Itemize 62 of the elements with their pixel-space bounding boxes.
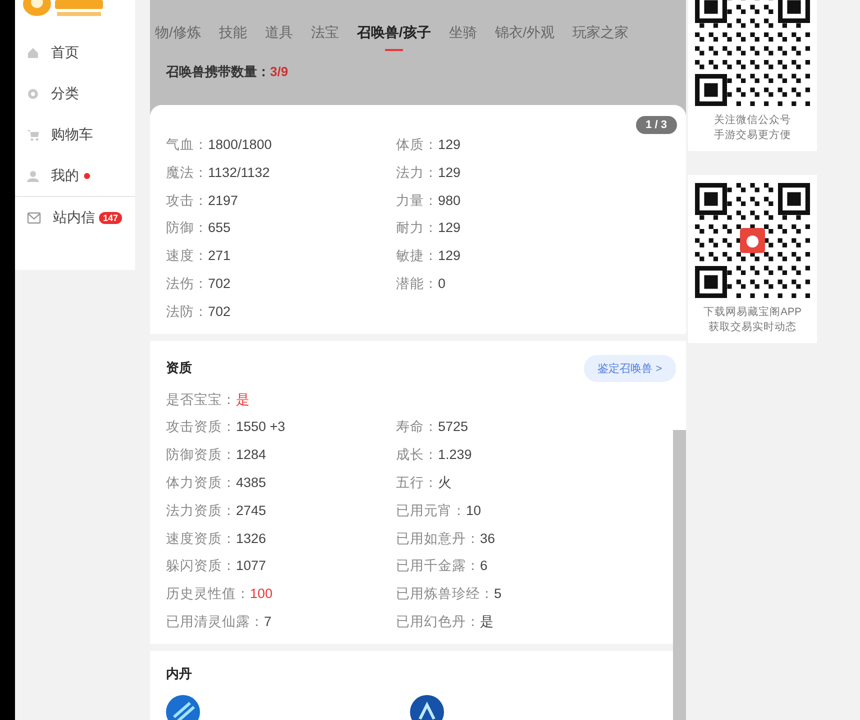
cart-icon [27,128,39,140]
stat-line: 法伤：702 [166,274,232,293]
stat-line: 已用幻色丹：是 [396,612,495,631]
tab[interactable]: 技能 [210,24,256,51]
stat-line: 成长：1.239 [396,446,473,464]
section-title: 资质 [166,359,192,378]
circle-icon [27,88,39,100]
stat-line: 躲闪资质：1077 [166,557,268,576]
stat-line: 耐力：129 [396,219,462,238]
carry-count: 召唤兽携带数量：3/9 [166,63,290,81]
tab[interactable]: 法宝 [302,24,348,51]
user-icon [27,170,39,182]
messages-item[interactable]: 站内信 147 [15,197,135,238]
tab[interactable]: 坐骑 [440,24,486,51]
notification-dot [84,172,90,178]
stat-line: 法力资质：2745 [166,502,268,520]
stat-line: 已用如意丹：36 [396,530,496,548]
stat-line: 力量：980 [396,192,462,210]
stat-line: 已用元宵：10 [396,502,482,520]
stat-line: 防御：655 [166,219,232,238]
stat-line: 法力：129 [396,164,462,182]
logo-icon [23,0,105,18]
stat-line: 魔法：1132/1132 [166,164,271,182]
tab[interactable]: 物/修炼 [146,24,210,51]
count-badge: 147 [99,212,122,224]
nav-item[interactable]: 我的 [15,155,135,196]
orb-icon [166,694,200,720]
stat-line: 历史灵性值：100 [166,585,274,604]
tab[interactable]: 玩家之家 [564,24,638,51]
stat-line: 寿命：5725 [396,418,470,436]
home-icon [27,46,39,58]
qr-caption: 关注微信公众号 手游交易更方便 [714,113,791,143]
stat-line: 已用清灵仙露：7 [166,612,273,631]
orb-icon [410,694,444,720]
nav-item[interactable]: 购物车 [15,114,135,155]
nav-item[interactable]: 首页 [15,32,135,73]
stat-line: 速度：271 [166,247,232,266]
appraise-button[interactable]: 鉴定召唤兽 > [584,354,676,382]
stat-line: 攻击：2197 [166,192,240,210]
stat-line: 体质：129 [396,136,462,154]
qr-code-icon [695,183,810,298]
scrollbar[interactable] [673,430,686,720]
nav-item[interactable]: 分类 [15,73,135,114]
section-title: 内丹 [166,664,193,683]
stat-line: 体力资质：4385 [166,474,268,492]
stat-line: 是否宝宝：是 [166,390,251,409]
stat-line: 速度资质：1326 [166,530,268,548]
page-indicator: 1 / 3 [636,116,677,134]
stat-line: 防御资质：1284 [166,446,268,464]
stat-line: 已用千金露：6 [396,557,489,576]
tab[interactable]: 召唤兽/孩子 [348,24,440,51]
stat-line: 五行：火 [396,474,453,492]
stat-line: 气血：1800/1800 [166,136,273,154]
stat-line: 已用炼兽珍经：5 [396,585,503,604]
tab[interactable]: 道具 [256,24,302,51]
mail-icon [27,212,41,224]
tab[interactable]: 锦衣/外观 [486,24,564,51]
stat-line: 攻击资质：1550 +3 [166,418,286,436]
stat-line: 敏捷：129 [396,247,462,266]
qr-caption: 下载网易藏宝阁APP 获取交易实时动态 [703,305,802,335]
stat-line: 法防：702 [166,302,232,321]
stat-line: 潜能：0 [396,274,447,293]
